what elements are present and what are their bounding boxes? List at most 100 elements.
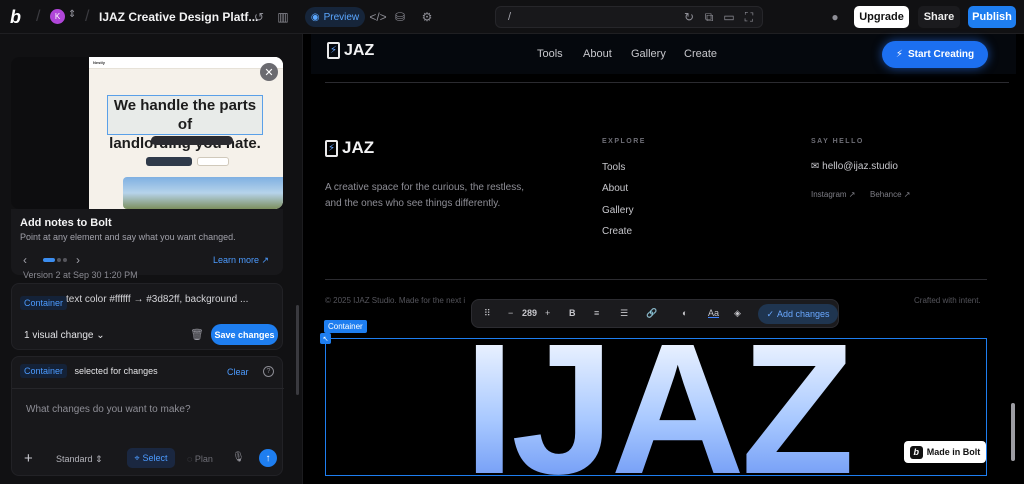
footer-link-gallery[interactable]: Gallery: [602, 205, 634, 216]
dot: [63, 258, 67, 262]
email-link[interactable]: ✉ hello@ijaz.studio: [811, 161, 898, 172]
bolt-logo-icon: ⚡: [325, 140, 338, 158]
nav-link-about[interactable]: About: [583, 48, 612, 60]
thumbnail-website: Nestly We handle the parts of landlordin…: [89, 57, 283, 209]
thumbnail-button: [197, 157, 229, 166]
save-changes-button[interactable]: Save changes: [211, 324, 278, 345]
bolt-logo-icon[interactable]: b: [10, 7, 30, 27]
divider: [325, 279, 987, 280]
publish-button[interactable]: Publish: [968, 6, 1016, 28]
explore-heading: EXPLORE: [602, 138, 646, 145]
contrast-icon[interactable]: ◐: [682, 308, 687, 318]
selected-container[interactable]: IJAZ: [325, 338, 987, 476]
close-icon[interactable]: ✕: [260, 63, 278, 81]
prompt-input[interactable]: What changes do you want to make?: [26, 404, 191, 415]
refresh-icon[interactable]: ↻: [680, 8, 698, 26]
database-icon[interactable]: ⛁: [391, 8, 409, 26]
lightbulb-icon: ◌: [187, 454, 193, 464]
github-icon[interactable]: ●: [826, 8, 844, 26]
clear-button[interactable]: Clear: [227, 367, 249, 377]
bolt-logo-icon: ⚡: [327, 42, 340, 60]
text-color-icon[interactable]: Aa: [708, 308, 719, 318]
external-link-icon[interactable]: ⧉: [700, 8, 718, 26]
mail-icon: ✉: [811, 161, 820, 172]
instagram-link[interactable]: Instagram ↗: [811, 190, 856, 199]
nav-link-gallery[interactable]: Gallery: [631, 48, 666, 60]
plan-button[interactable]: ◌ Plan: [187, 454, 213, 464]
made-in-bolt-badge[interactable]: b Made in Bolt: [904, 441, 986, 463]
trash-icon[interactable]: 🗑: [190, 328, 204, 341]
tip-thumbnail: Nestly We handle the parts of landlordin…: [11, 57, 283, 209]
mode-select[interactable]: Standard ⇕: [56, 454, 103, 465]
divider: /: [85, 8, 90, 25]
change-card: Container text color #ffffff → #3d82ff, …: [11, 283, 283, 350]
help-icon[interactable]: ?: [263, 366, 274, 377]
container-tag: Container: [20, 364, 68, 378]
thumbnail-button: [146, 157, 192, 166]
project-title[interactable]: IJAZ Creative Design Platf...: [99, 10, 258, 24]
site-navbar: ⚡ JAZ Tools About Gallery Create ⚡ Start …: [311, 34, 1016, 74]
version-line: Version 2 at Sep 30 1:20 PM: [23, 270, 138, 280]
check-icon: ✓: [766, 308, 774, 319]
thumbnail-brand: Nestly: [93, 60, 106, 65]
dot-active: [43, 258, 55, 262]
nav-link-tools[interactable]: Tools: [537, 48, 563, 60]
url-path[interactable]: /: [508, 11, 511, 23]
top-bar: b / K ⇕ / IJAZ Creative Design Platf... …: [0, 0, 1024, 34]
send-button[interactable]: ↑: [259, 449, 277, 467]
start-creating-button[interactable]: ⚡ Start Creating: [882, 41, 988, 68]
microphone-icon[interactable]: 🎙: [232, 452, 245, 463]
footer-tagline: A creative space for the curious, the re…: [325, 182, 524, 209]
selection-label: Container: [324, 320, 367, 333]
footer-link-tools[interactable]: Tools: [602, 162, 625, 173]
footer-link-create[interactable]: Create: [602, 226, 632, 237]
behance-link[interactable]: Behance ↗: [870, 190, 911, 199]
url-bar[interactable]: / ↻ ⧉ ▭ ⛶: [495, 6, 763, 28]
drag-handle-icon[interactable]: ⠿: [484, 308, 491, 319]
share-button[interactable]: Share: [918, 6, 960, 28]
font-size-value[interactable]: 289: [522, 308, 537, 318]
learn-more-link[interactable]: Learn more ↗: [213, 255, 269, 266]
align-icon[interactable]: ≡: [594, 308, 599, 318]
link-icon[interactable]: 🔗: [646, 308, 657, 319]
decrease-icon[interactable]: −: [508, 308, 513, 318]
tip-card: Add notes to Bolt Point at any element a…: [11, 209, 283, 275]
add-changes-button[interactable]: ✓ Add changes: [758, 304, 838, 324]
chevron-updown-icon[interactable]: ⇕: [68, 9, 76, 20]
chevron-down-icon: ⌄: [96, 330, 105, 341]
sidebar-toggle-icon[interactable]: ▥: [274, 8, 292, 26]
plus-icon[interactable]: +: [24, 450, 33, 467]
bold-icon[interactable]: B: [569, 308, 576, 318]
avatar[interactable]: K: [50, 9, 65, 24]
history-icon[interactable]: ↺: [250, 8, 268, 26]
fill-color-icon[interactable]: ◈: [734, 308, 741, 319]
chevron-right-icon[interactable]: ›: [76, 253, 80, 267]
eye-icon: ◉: [310, 11, 320, 23]
cursor-icon[interactable]: ↖: [320, 333, 331, 344]
cursor-icon: ⌖: [134, 452, 140, 463]
fullscreen-icon[interactable]: ⛶: [740, 8, 758, 26]
thumbnail-photo: [123, 177, 283, 209]
scrollbar[interactable]: [296, 305, 299, 395]
list-icon[interactable]: ☰: [620, 308, 628, 319]
increase-icon[interactable]: +: [545, 308, 550, 318]
preview-tab[interactable]: ◉ Preview: [305, 7, 365, 27]
change-description: text color #ffffff → #3d82ff, background…: [66, 294, 249, 305]
device-icon[interactable]: ▭: [720, 8, 738, 26]
divider: [325, 82, 1009, 83]
upgrade-button[interactable]: Upgrade: [854, 6, 909, 28]
footer-logo: ⚡ JAZ: [325, 138, 374, 158]
nav-link-create[interactable]: Create: [684, 48, 717, 60]
hero-wordmark: IJAZ: [326, 339, 986, 475]
scrollbar[interactable]: [1011, 403, 1015, 461]
copyright-text: © 2025 IJAZ Studio. Made for the next i: [325, 296, 466, 305]
code-icon[interactable]: </>: [369, 8, 387, 26]
container-tag: Container: [20, 293, 68, 311]
footer-link-about[interactable]: About: [602, 183, 628, 194]
gear-icon[interactable]: ⚙: [418, 8, 436, 26]
chevron-left-icon[interactable]: ‹: [23, 253, 27, 267]
chevron-updown-icon: ⇕: [95, 454, 103, 464]
site-logo[interactable]: ⚡ JAZ: [327, 42, 374, 60]
visual-change-count[interactable]: 1 visual change ⌄: [24, 330, 105, 341]
select-button[interactable]: ⌖ Select: [127, 448, 175, 468]
